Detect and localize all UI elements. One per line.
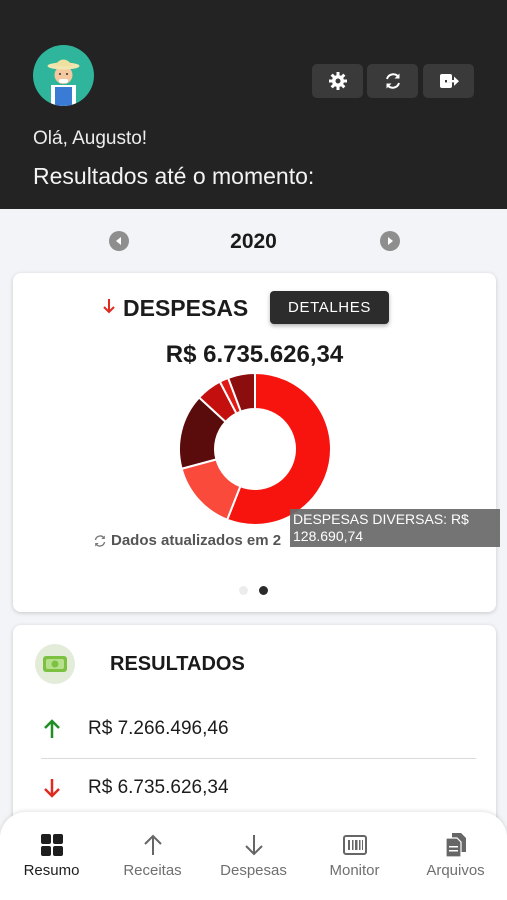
expenses-card[interactable]: DESPESAS DETALHES R$ 6.735.626,34 Dados … [13, 273, 500, 612]
gear-icon [328, 72, 347, 90]
header: Olá, Augusto! Resultados até o momento: [0, 0, 507, 209]
nav-item-despesas[interactable]: Despesas [203, 832, 304, 879]
carousel-pagination [239, 586, 268, 595]
avatar[interactable] [33, 45, 94, 106]
barcode-icon [342, 835, 367, 855]
dashboard-icon [40, 834, 63, 856]
nav-label: Monitor [329, 862, 380, 879]
arrow-up-icon [44, 719, 60, 738]
nav-item-arquivos[interactable]: Arquivos [405, 832, 506, 879]
logout-icon [439, 74, 459, 88]
next-year-button[interactable] [380, 231, 400, 251]
arrow-down-icon [44, 779, 60, 798]
refresh-icon [385, 73, 400, 89]
donut-slice[interactable] [180, 458, 242, 522]
last-updated: Dados atualizados em 2 [93, 532, 281, 549]
money-icon [35, 644, 75, 684]
results-card: RESULTADOS R$ 7.266.496,46 R$ 6.735.626,… [13, 625, 496, 835]
expenses-title: DESPESAS [123, 295, 249, 321]
nav-item-receitas[interactable]: Receitas [102, 832, 203, 879]
divider [41, 758, 476, 759]
year-label: 2020 [230, 230, 277, 253]
arrow-down-icon [103, 299, 115, 314]
results-title: RESULTADOS [110, 653, 245, 675]
refresh-icon [94, 534, 106, 547]
expenses-donut-chart[interactable] [177, 371, 333, 527]
farmer-avatar-icon [47, 59, 80, 106]
income-value: R$ 7.266.496,46 [88, 718, 229, 739]
nav-item-monitor[interactable]: Monitor [304, 832, 405, 879]
arrow-up-icon [143, 834, 162, 855]
pagination-dot-1[interactable] [239, 586, 248, 595]
page-subtitle: Resultados até o momento: [33, 163, 315, 189]
chart-tooltip: DESPESAS DIVERSAS: R$ 128.690,74 [290, 509, 500, 547]
nav-label: Receitas [123, 862, 182, 879]
expense-row: R$ 6.735.626,34 [41, 763, 476, 813]
settings-button[interactable] [312, 64, 363, 98]
refresh-button[interactable] [367, 64, 418, 98]
nav-label: Despesas [220, 862, 287, 879]
expense-value: R$ 6.735.626,34 [88, 777, 229, 798]
expenses-total: R$ 6.735.626,34 [165, 341, 344, 368]
nav-label: Resumo [23, 862, 80, 879]
pagination-dot-2[interactable] [259, 586, 268, 595]
arrow-down-icon [244, 835, 263, 856]
files-icon [444, 833, 466, 858]
greeting: Olá, Augusto! [33, 128, 148, 149]
tooltip-value: 128.690,74 [293, 528, 364, 544]
income-row: R$ 7.266.496,46 [41, 704, 476, 754]
logout-button[interactable] [423, 64, 474, 98]
last-updated-text: Dados atualizados em 2 [111, 532, 282, 549]
tooltip-label: DESPESAS DIVERSAS: R$ [293, 511, 469, 527]
nav-label: Arquivos [426, 862, 485, 879]
chevron-right-icon [388, 237, 393, 245]
nav-item-resumo[interactable]: Resumo [1, 832, 102, 879]
year-selector: 2020 [0, 228, 507, 258]
details-button[interactable]: DETALHES [270, 291, 389, 324]
bottom-navigation: Resumo Receitas Despesas Monitor Arquivo… [0, 812, 507, 900]
